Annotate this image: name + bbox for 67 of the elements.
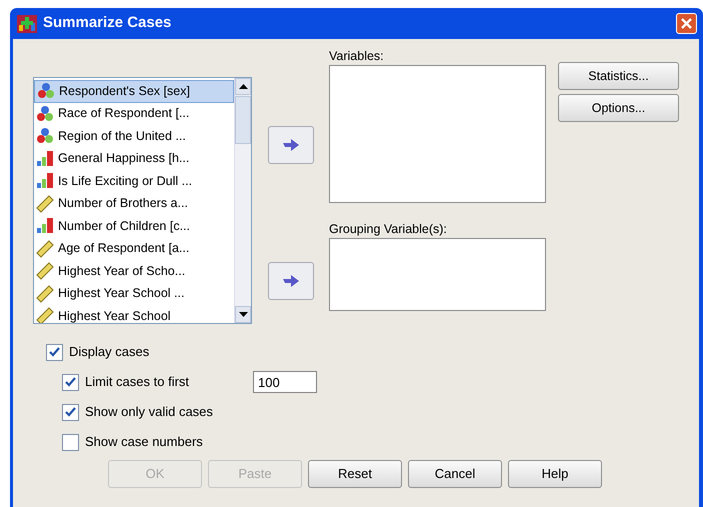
move-to-grouping-button[interactable] — [268, 262, 314, 300]
dialog-button[interactable]: Reset — [308, 460, 402, 488]
grouping-list[interactable] — [329, 238, 546, 311]
variables-label: Variables: — [329, 48, 385, 65]
checkbox[interactable] — [62, 434, 79, 450]
item-label: Is Life Exciting or Dull ... — [58, 172, 192, 190]
item-label: Race of Respondent [... — [58, 105, 190, 122]
variables-list[interactable] — [329, 65, 546, 203]
list-item[interactable]: Highest Year School — [34, 305, 234, 323]
list-item[interactable]: Number of Children [c... — [34, 215, 234, 238]
nominal-icon — [37, 82, 55, 100]
list-item[interactable]: Is Life Exciting or Dull ... — [34, 170, 234, 192]
dialog-button[interactable]: Help — [508, 460, 602, 488]
scrollbar[interactable] — [234, 78, 251, 323]
list-item[interactable]: Number of Brothers a... — [34, 192, 234, 215]
item-label: Highest Year School ... — [58, 285, 184, 302]
checkbox-label: Show only valid cases — [85, 403, 213, 422]
ruler-icon — [36, 307, 54, 323]
variable-list[interactable] — [33, 77, 252, 324]
item-label: General Happiness [h... — [58, 150, 190, 168]
checkbox[interactable] — [46, 344, 63, 360]
check-icon — [49, 347, 60, 357]
list-item[interactable]: Highest Year of Scho... — [34, 260, 234, 282]
check-icon — [65, 407, 76, 417]
item-label: Age of Respondent [a... — [58, 240, 190, 258]
item-label: Respondent's Sex [sex] — [59, 82, 190, 100]
move-to-variables-button[interactable] — [268, 126, 314, 164]
item-label: Number of Brothers a... — [58, 195, 188, 212]
dialog-button[interactable]: Cancel — [408, 460, 502, 488]
item-label: Number of Children [c... — [58, 218, 190, 235]
bar-chart-icon — [36, 172, 54, 190]
close-button[interactable] — [676, 13, 697, 34]
checkbox-label: Display cases — [69, 343, 150, 362]
close-icon — [681, 18, 692, 29]
checkbox-label: Show case numbers — [85, 433, 203, 452]
scroll-down-icon — [238, 312, 248, 317]
grouping-label: Grouping Variable(s): — [329, 221, 448, 238]
arrow-icon — [282, 275, 298, 287]
item-label: Region of the United ... — [58, 128, 186, 145]
list-item[interactable]: General Happiness [h... — [34, 148, 234, 170]
arrow-icon — [282, 139, 298, 151]
dialog-button[interactable]: Statistics... — [558, 62, 679, 90]
list-item[interactable]: Race of Respondent [... — [34, 102, 234, 125]
dialog-button[interactable]: Options... — [558, 94, 679, 122]
checkbox[interactable] — [62, 374, 79, 390]
checkbox[interactable] — [62, 404, 79, 420]
list-item[interactable]: Highest Year School ... — [34, 282, 234, 305]
nominal-icon — [36, 127, 54, 146]
list-item[interactable]: Region of the United ... — [34, 125, 234, 148]
ruler-icon — [36, 262, 54, 280]
ruler-icon — [36, 194, 54, 213]
bar-chart-icon — [36, 217, 54, 236]
check-icon — [65, 377, 76, 387]
bar-chart-icon — [36, 150, 54, 168]
item-label: Highest Year School — [58, 308, 171, 323]
scroll-up-icon — [238, 84, 248, 89]
item-label: Highest Year of Scho... — [58, 262, 186, 280]
ruler-icon — [36, 240, 54, 258]
app-icon — [17, 14, 37, 32]
checkbox-label: Limit cases to first — [85, 373, 190, 392]
window-title: Summarize Cases — [43, 13, 172, 34]
list-item[interactable]: Age of Respondent [a... — [34, 238, 234, 260]
nominal-icon — [36, 104, 54, 123]
number-field[interactable]: 100 — [253, 371, 318, 393]
list-item[interactable]: Respondent's Sex [sex] — [34, 80, 234, 102]
ruler-icon — [36, 284, 54, 303]
scroll-thumb[interactable] — [235, 96, 251, 144]
